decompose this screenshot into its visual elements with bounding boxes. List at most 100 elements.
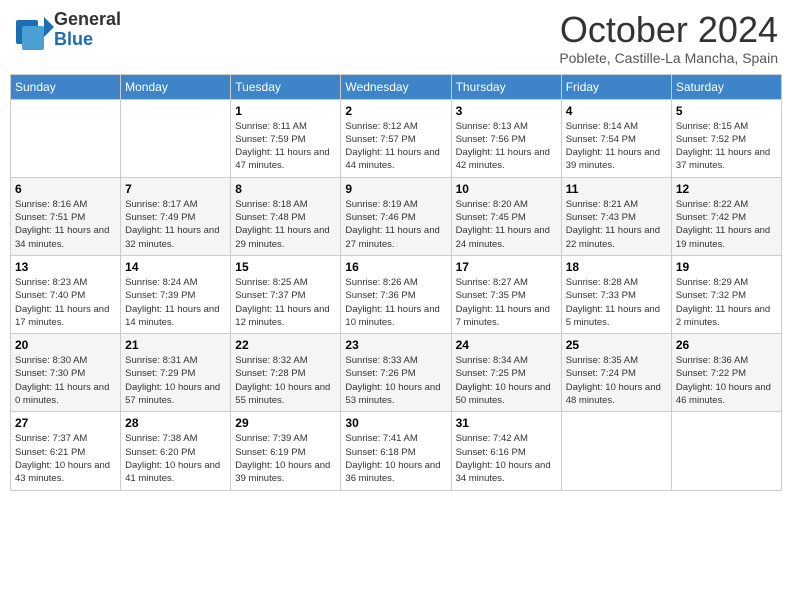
day-number: 7 [125,182,226,196]
day-of-week-header: Sunday [11,74,121,99]
day-info: Sunrise: 8:19 AM Sunset: 7:46 PM Dayligh… [345,198,446,251]
day-of-week-header: Friday [561,74,671,99]
day-info: Sunrise: 8:12 AM Sunset: 7:57 PM Dayligh… [345,120,446,173]
calendar-cell: 27Sunrise: 7:37 AM Sunset: 6:21 PM Dayli… [11,412,121,490]
day-number: 25 [566,338,667,352]
calendar-cell: 25 Sunrise: 8:35 AM Sunset: 7:24 PM Dayli… [561,334,671,412]
day-number: 27 [15,416,116,430]
day-of-week-header: Monday [121,74,231,99]
logo-icon [14,12,50,48]
calendar-cell: 29 Sunrise: 7:39 AM Sunset: 6:19 PM Dayli… [231,412,341,490]
day-of-week-header: Saturday [671,74,781,99]
calendar-cell: 17Sunrise: 8:27 AM Sunset: 7:35 PM Dayli… [451,255,561,333]
calendar-cell: 31 Sunrise: 7:42 AM Sunset: 6:16 PM Dayli… [451,412,561,490]
day-info: Sunrise: 8:23 AM Sunset: 7:40 PM Dayligh… [15,276,116,329]
calendar-cell [11,99,121,177]
day-number: 31 [456,416,557,430]
day-of-week-header: Thursday [451,74,561,99]
calendar-cell: 23Sunrise: 8:33 AM Sunset: 7:26 PM Dayli… [341,334,451,412]
day-info: Sunrise: 8:34 AM Sunset: 7:25 PM Dayligh… [456,354,557,407]
day-number: 29 [235,416,336,430]
location-subtitle: Poblete, Castille-La Mancha, Spain [559,50,778,66]
calendar-table: SundayMondayTuesdayWednesdayThursdayFrid… [10,74,782,491]
calendar-cell: 7 Sunrise: 8:17 AM Sunset: 7:49 PM Daylig… [121,177,231,255]
day-info: Sunrise: 8:25 AM Sunset: 7:37 PM Dayligh… [235,276,336,329]
day-info: Sunrise: 8:36 AM Sunset: 7:22 PM Dayligh… [676,354,777,407]
day-info: Sunrise: 8:16 AM Sunset: 7:51 PM Dayligh… [15,198,116,251]
title-block: October 2024 Poblete, Castille-La Mancha… [559,10,778,66]
day-number: 10 [456,182,557,196]
day-number: 5 [676,104,777,118]
day-number: 4 [566,104,667,118]
logo-text: General Blue [54,10,121,50]
day-of-week-header: Tuesday [231,74,341,99]
day-number: 18 [566,260,667,274]
day-number: 8 [235,182,336,196]
calendar-week-row: 20 Sunrise: 8:30 AM Sunset: 7:30 PM Dayli… [11,334,782,412]
logo: General Blue [14,10,121,50]
day-number: 16 [345,260,446,274]
calendar-cell: 30 Sunrise: 7:41 AM Sunset: 6:18 PM Dayli… [341,412,451,490]
day-info: Sunrise: 8:11 AM Sunset: 7:59 PM Dayligh… [235,120,336,173]
day-info: Sunrise: 8:30 AM Sunset: 7:30 PM Dayligh… [15,354,116,407]
calendar-week-row: 1 Sunrise: 8:11 AM Sunset: 7:59 PM Daylig… [11,99,782,177]
calendar-cell: 1 Sunrise: 8:11 AM Sunset: 7:59 PM Daylig… [231,99,341,177]
day-number: 24 [456,338,557,352]
calendar-cell: 9 Sunrise: 8:19 AM Sunset: 7:46 PM Daylig… [341,177,451,255]
day-number: 20 [15,338,116,352]
day-info: Sunrise: 8:29 AM Sunset: 7:32 PM Dayligh… [676,276,777,329]
calendar-cell: 3Sunrise: 8:13 AM Sunset: 7:56 PM Daylig… [451,99,561,177]
day-info: Sunrise: 8:32 AM Sunset: 7:28 PM Dayligh… [235,354,336,407]
calendar-cell: 8 Sunrise: 8:18 AM Sunset: 7:48 PM Daylig… [231,177,341,255]
calendar-cell: 12 Sunrise: 8:22 AM Sunset: 7:42 PM Dayli… [671,177,781,255]
day-number: 14 [125,260,226,274]
calendar-cell: 13 Sunrise: 8:23 AM Sunset: 7:40 PM Dayli… [11,255,121,333]
page-header: General Blue October 2024 Poblete, Casti… [10,10,782,66]
calendar-cell: 19 Sunrise: 8:29 AM Sunset: 7:32 PM Dayli… [671,255,781,333]
day-info: Sunrise: 8:22 AM Sunset: 7:42 PM Dayligh… [676,198,777,251]
calendar-cell [671,412,781,490]
day-info: Sunrise: 8:13 AM Sunset: 7:56 PM Dayligh… [456,120,557,173]
calendar-cell: 2Sunrise: 8:12 AM Sunset: 7:57 PM Daylig… [341,99,451,177]
month-title: October 2024 [559,10,778,50]
day-info: Sunrise: 8:24 AM Sunset: 7:39 PM Dayligh… [125,276,226,329]
day-info: Sunrise: 8:28 AM Sunset: 7:33 PM Dayligh… [566,276,667,329]
calendar-cell: 22 Sunrise: 8:32 AM Sunset: 7:28 PM Dayli… [231,334,341,412]
day-number: 11 [566,182,667,196]
day-number: 6 [15,182,116,196]
day-info: Sunrise: 7:41 AM Sunset: 6:18 PM Dayligh… [345,432,446,485]
day-number: 22 [235,338,336,352]
calendar-cell: 21Sunrise: 8:31 AM Sunset: 7:29 PM Dayli… [121,334,231,412]
day-number: 19 [676,260,777,274]
day-info: Sunrise: 8:35 AM Sunset: 7:24 PM Dayligh… [566,354,667,407]
day-info: Sunrise: 8:17 AM Sunset: 7:49 PM Dayligh… [125,198,226,251]
day-info: Sunrise: 8:15 AM Sunset: 7:52 PM Dayligh… [676,120,777,173]
day-number: 1 [235,104,336,118]
calendar-cell: 16 Sunrise: 8:26 AM Sunset: 7:36 PM Dayli… [341,255,451,333]
day-number: 15 [235,260,336,274]
calendar-cell: 28Sunrise: 7:38 AM Sunset: 6:20 PM Dayli… [121,412,231,490]
day-number: 17 [456,260,557,274]
day-info: Sunrise: 8:26 AM Sunset: 7:36 PM Dayligh… [345,276,446,329]
calendar-cell: 15 Sunrise: 8:25 AM Sunset: 7:37 PM Dayli… [231,255,341,333]
day-info: Sunrise: 8:31 AM Sunset: 7:29 PM Dayligh… [125,354,226,407]
calendar-cell [561,412,671,490]
calendar-cell: 4 Sunrise: 8:14 AM Sunset: 7:54 PM Daylig… [561,99,671,177]
day-info: Sunrise: 7:42 AM Sunset: 6:16 PM Dayligh… [456,432,557,485]
day-number: 30 [345,416,446,430]
day-number: 13 [15,260,116,274]
day-number: 12 [676,182,777,196]
calendar-cell [121,99,231,177]
calendar-cell: 18 Sunrise: 8:28 AM Sunset: 7:33 PM Dayli… [561,255,671,333]
calendar-cell: 14 Sunrise: 8:24 AM Sunset: 7:39 PM Dayli… [121,255,231,333]
calendar-cell: 20 Sunrise: 8:30 AM Sunset: 7:30 PM Dayli… [11,334,121,412]
day-number: 26 [676,338,777,352]
calendar-cell: 10Sunrise: 8:20 AM Sunset: 7:45 PM Dayli… [451,177,561,255]
day-info: Sunrise: 8:18 AM Sunset: 7:48 PM Dayligh… [235,198,336,251]
day-of-week-header: Wednesday [341,74,451,99]
calendar-cell: 6 Sunrise: 8:16 AM Sunset: 7:51 PM Daylig… [11,177,121,255]
day-number: 9 [345,182,446,196]
day-info: Sunrise: 7:39 AM Sunset: 6:19 PM Dayligh… [235,432,336,485]
calendar-body: 1 Sunrise: 8:11 AM Sunset: 7:59 PM Daylig… [11,99,782,490]
day-info: Sunrise: 8:14 AM Sunset: 7:54 PM Dayligh… [566,120,667,173]
